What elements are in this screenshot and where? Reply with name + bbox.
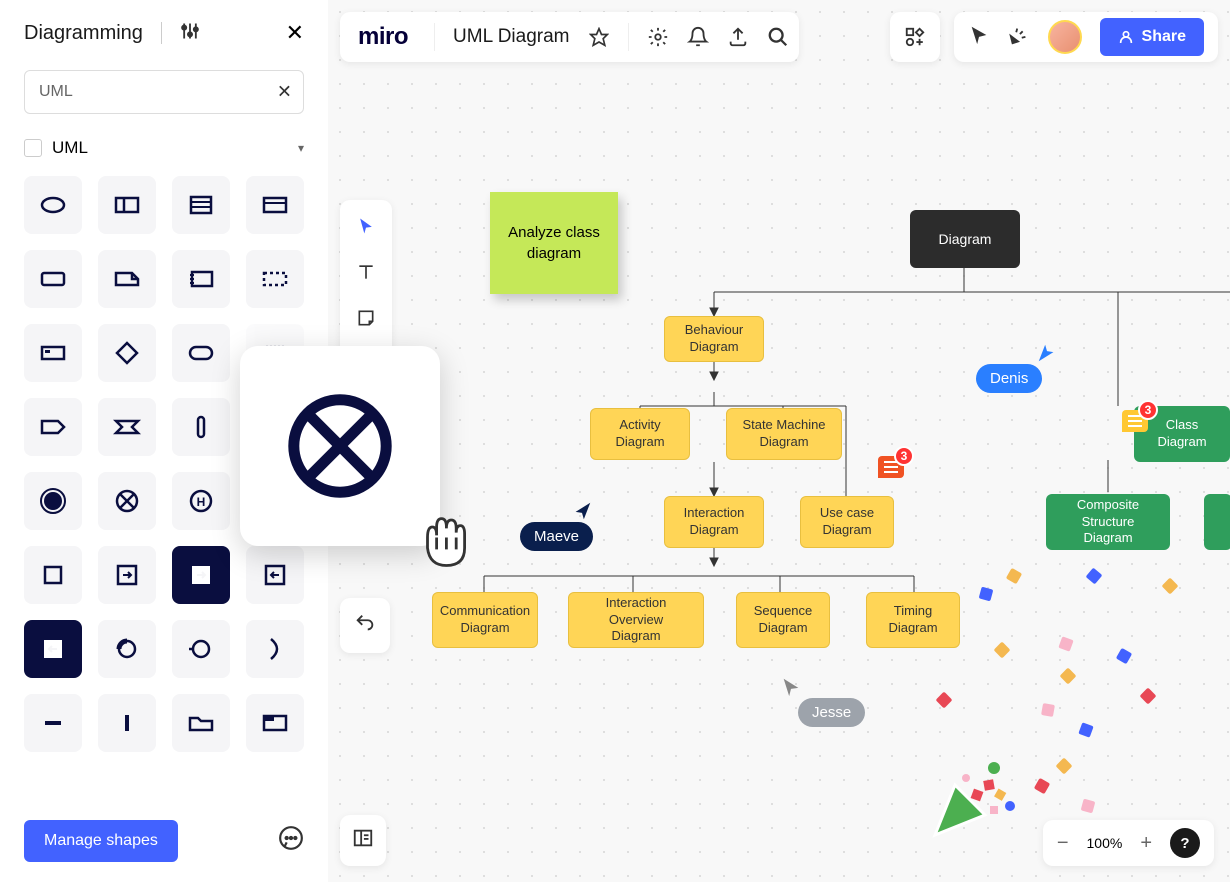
comment-badge-2[interactable]: 3 bbox=[1122, 410, 1148, 432]
node-behaviour[interactable]: Behaviour Diagram bbox=[664, 316, 764, 362]
shape-card-thin[interactable] bbox=[24, 324, 82, 382]
node-use-case[interactable]: Use case Diagram bbox=[800, 496, 894, 548]
settings-gear-icon[interactable] bbox=[647, 26, 669, 48]
shape-browser[interactable] bbox=[246, 694, 304, 752]
shape-folder[interactable] bbox=[172, 694, 230, 752]
shape-square[interactable] bbox=[24, 546, 82, 604]
chevron-down-icon: ▾ bbox=[298, 141, 304, 155]
main-toolbar: miro UML Diagram bbox=[340, 12, 799, 62]
shape-notebook[interactable] bbox=[172, 250, 230, 308]
shape-rect[interactable] bbox=[24, 250, 82, 308]
shape-two-col[interactable] bbox=[98, 176, 156, 234]
divider bbox=[161, 22, 162, 44]
node-partial[interactable] bbox=[1204, 494, 1230, 550]
shape-rounded-rect[interactable] bbox=[172, 324, 230, 382]
sticky-note[interactable]: Analyze class diagram bbox=[490, 192, 618, 294]
shape-target-half[interactable] bbox=[98, 620, 156, 678]
upload-icon[interactable] bbox=[727, 26, 749, 48]
zoom-in-button[interactable]: + bbox=[1140, 832, 1152, 855]
shape-filled-circle[interactable] bbox=[24, 472, 82, 530]
zoom-controls: − 100% + ? bbox=[1043, 820, 1214, 866]
miro-logo[interactable]: miro bbox=[350, 23, 416, 51]
node-state-machine[interactable]: State Machine Diagram bbox=[726, 408, 842, 460]
shape-topbar[interactable] bbox=[246, 176, 304, 234]
shape-circle-h[interactable]: H bbox=[172, 472, 230, 530]
chat-icon[interactable] bbox=[278, 825, 304, 857]
shape-dashed-rect[interactable] bbox=[246, 250, 304, 308]
shape-search-input[interactable] bbox=[24, 70, 304, 114]
present-tools: Share bbox=[954, 12, 1218, 62]
category-uml[interactable]: UML ▾ bbox=[24, 138, 304, 158]
share-button[interactable]: Share bbox=[1100, 18, 1204, 56]
sidebar-title: Diagramming bbox=[24, 22, 143, 45]
search-icon[interactable] bbox=[767, 26, 789, 48]
cursor-tool-icon[interactable] bbox=[968, 24, 990, 51]
grab-cursor-icon bbox=[410, 506, 480, 581]
clear-search-icon[interactable]: ✕ bbox=[277, 82, 292, 103]
select-tool[interactable] bbox=[352, 212, 380, 240]
close-sidebar-icon[interactable]: ✕ bbox=[286, 20, 304, 46]
apps-button[interactable] bbox=[890, 12, 940, 62]
shape-tag-notch[interactable] bbox=[98, 398, 156, 456]
shape-ellipse[interactable] bbox=[24, 176, 82, 234]
shape-crescent[interactable] bbox=[246, 620, 304, 678]
shape-line-vertical[interactable] bbox=[98, 694, 156, 752]
node-diagram[interactable]: Diagram bbox=[910, 210, 1020, 268]
cursor-label: Denis bbox=[976, 364, 1042, 393]
node-interaction-overview[interactable]: Interaction Overview Diagram bbox=[568, 592, 704, 648]
node-sequence[interactable]: Sequence Diagram bbox=[736, 592, 830, 648]
comment-count: 3 bbox=[1138, 400, 1158, 420]
shape-square-arrow-left[interactable] bbox=[246, 546, 304, 604]
star-icon[interactable] bbox=[588, 26, 610, 48]
zoom-out-button[interactable]: − bbox=[1057, 832, 1069, 855]
sliders-icon[interactable] bbox=[180, 21, 200, 46]
zoom-level[interactable]: 100% bbox=[1087, 835, 1123, 851]
node-activity[interactable]: Activity Diagram bbox=[590, 408, 690, 460]
category-label: UML bbox=[52, 138, 288, 158]
bell-icon[interactable] bbox=[687, 26, 709, 48]
shape-square-arrow-right[interactable] bbox=[98, 546, 156, 604]
shape-diamond[interactable] bbox=[98, 324, 156, 382]
shape-minus[interactable] bbox=[24, 694, 82, 752]
shape-circle-dot[interactable] bbox=[172, 620, 230, 678]
shape-folded-corner[interactable] bbox=[98, 250, 156, 308]
svg-text:H: H bbox=[197, 495, 206, 509]
node-timing[interactable]: Timing Diagram bbox=[866, 592, 960, 648]
party-popper-icon bbox=[920, 750, 1020, 855]
confetti-icon[interactable] bbox=[1008, 24, 1030, 51]
cursor-label: Maeve bbox=[520, 522, 593, 551]
cursor-label: Jesse bbox=[798, 698, 865, 727]
help-button[interactable]: ? bbox=[1170, 828, 1200, 858]
shape-square-arrow-left-dark[interactable] bbox=[24, 620, 82, 678]
cursor-jesse: Jesse bbox=[780, 676, 865, 727]
board-title[interactable]: UML Diagram bbox=[453, 26, 570, 48]
sticky-tool[interactable] bbox=[352, 304, 380, 332]
undo-button[interactable] bbox=[340, 598, 390, 653]
shape-tag-right[interactable] bbox=[24, 398, 82, 456]
shape-square-arrow-right-dark[interactable] bbox=[172, 546, 230, 604]
panel-toggle-button[interactable] bbox=[340, 815, 386, 866]
cursor-denis: Denis bbox=[976, 342, 1058, 393]
cursor-maeve: Maeve bbox=[520, 500, 593, 551]
node-communication[interactable]: Communication Diagram bbox=[432, 592, 538, 648]
share-label: Share bbox=[1142, 28, 1186, 46]
user-avatar[interactable] bbox=[1048, 20, 1082, 54]
shape-pill-vertical[interactable] bbox=[172, 398, 230, 456]
node-interaction[interactable]: Interaction Diagram bbox=[664, 496, 764, 548]
shape-three-row[interactable] bbox=[172, 176, 230, 234]
comment-count: 3 bbox=[894, 446, 914, 466]
manage-shapes-button[interactable]: Manage shapes bbox=[24, 820, 178, 862]
search-box: ✕ bbox=[24, 70, 304, 114]
comment-badge-1[interactable]: 3 bbox=[878, 456, 904, 478]
shape-circle-cross[interactable] bbox=[98, 472, 156, 530]
node-composite[interactable]: Composite Structure Diagram bbox=[1046, 494, 1170, 550]
checkbox-icon[interactable] bbox=[24, 139, 42, 157]
text-tool[interactable] bbox=[352, 258, 380, 286]
